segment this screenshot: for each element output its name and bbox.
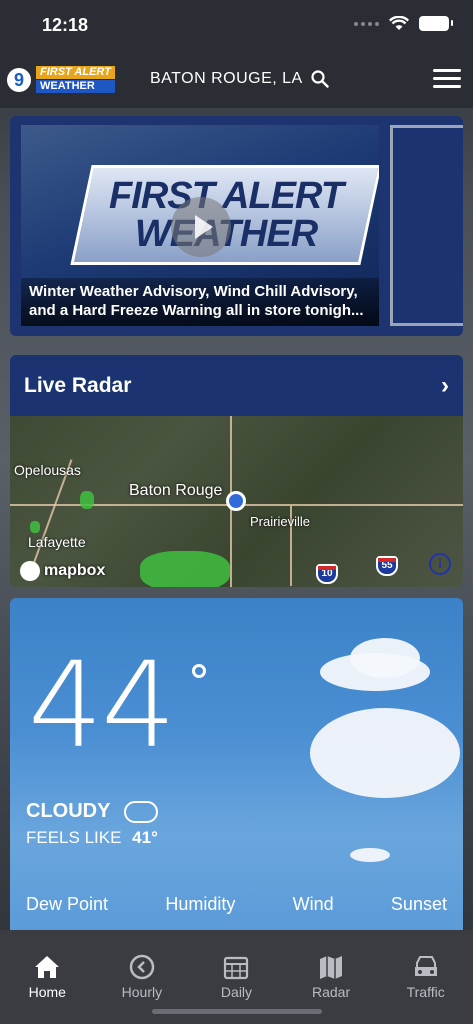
radar-title: Live Radar bbox=[24, 373, 132, 397]
app-logo[interactable]: 9 FIRST ALERT WEATHER bbox=[7, 66, 115, 93]
live-radar-card[interactable]: Live Radar › Opelousas Baton Rouge Prair… bbox=[10, 355, 463, 587]
stat-sunset: Sunset bbox=[390, 894, 447, 914]
calendar-icon bbox=[224, 956, 249, 980]
logo-weather: WEATHER bbox=[36, 80, 115, 93]
radar-header[interactable]: Live Radar › bbox=[10, 355, 463, 416]
next-video-thumbnail[interactable] bbox=[390, 125, 463, 326]
map-icon bbox=[320, 956, 343, 979]
stat-wind: Wind bbox=[292, 894, 334, 914]
battery-icon bbox=[419, 16, 453, 31]
logo-first-alert: FIRST ALERT bbox=[36, 66, 115, 79]
status-time: 12:18 bbox=[42, 15, 89, 35]
home-icon bbox=[35, 956, 60, 978]
map-label-lafayette: Lafayette bbox=[28, 534, 86, 550]
tab-radar-label: Radar bbox=[312, 984, 351, 1000]
tab-traffic-label: Traffic bbox=[406, 984, 445, 1000]
feels-like: FEELS LIKE 41° bbox=[26, 828, 158, 848]
map-label-prairieville: Prairieville bbox=[250, 514, 310, 529]
app-header: 9 FIRST ALERT WEATHER BATON ROUGE, LA bbox=[0, 52, 473, 108]
car-icon bbox=[414, 956, 437, 976]
mapbox-logo: mapbox bbox=[20, 561, 105, 581]
precipitation bbox=[140, 551, 230, 587]
info-icon[interactable]: i bbox=[429, 553, 451, 575]
status-icons bbox=[354, 16, 453, 31]
video-carousel[interactable]: FIRST ALERT WEATHER Winter Weather Advis… bbox=[10, 116, 463, 336]
hamburger-menu-icon[interactable] bbox=[433, 69, 461, 89]
clock-icon bbox=[129, 954, 155, 980]
stat-dew-point: Dew Point bbox=[26, 894, 109, 914]
status-bar: 12:18 bbox=[0, 0, 473, 52]
cloudy-icon bbox=[124, 800, 159, 823]
signal-icon bbox=[354, 21, 379, 26]
feels-like-value: 41° bbox=[132, 828, 158, 847]
precipitation bbox=[30, 521, 40, 533]
current-condition: CLOUDY bbox=[26, 800, 159, 823]
home-indicator[interactable] bbox=[152, 1009, 322, 1014]
conditions-stats: Dew Point Humidity Wind Sunset bbox=[10, 894, 463, 915]
condition-label: CLOUDY bbox=[26, 800, 111, 822]
tab-hourly-label: Hourly bbox=[121, 984, 163, 1000]
stat-humidity: Humidity bbox=[165, 894, 236, 914]
degree-symbol bbox=[192, 664, 206, 678]
radar-map[interactable]: Opelousas Baton Rouge Prairieville Lafay… bbox=[10, 416, 463, 587]
current-location-marker bbox=[226, 491, 246, 511]
tab-home-label: Home bbox=[28, 984, 66, 1000]
logo-number: 9 bbox=[7, 67, 31, 92]
current-temperature: 44 bbox=[28, 636, 176, 774]
precipitation bbox=[80, 491, 94, 509]
feels-like-label: FEELS LIKE bbox=[26, 828, 122, 847]
chevron-right-icon: › bbox=[441, 371, 449, 399]
tab-home[interactable]: Home bbox=[7, 954, 87, 1024]
map-label-baton-rouge: Baton Rouge bbox=[129, 482, 223, 499]
interstate-10-shield: 10 bbox=[316, 564, 338, 584]
tab-traffic[interactable]: Traffic bbox=[386, 954, 466, 1024]
cloud-decoration bbox=[350, 848, 390, 862]
mapbox-icon bbox=[20, 561, 40, 581]
play-icon[interactable] bbox=[171, 197, 231, 257]
tab-daily-label: Daily bbox=[220, 984, 253, 1000]
cloud-decoration bbox=[350, 638, 420, 678]
video-thumbnail[interactable]: FIRST ALERT WEATHER Winter Weather Advis… bbox=[21, 125, 379, 326]
current-conditions-card[interactable]: 44 CLOUDY FEELS LIKE 41° Dew Point Humid… bbox=[10, 598, 463, 938]
video-caption: Winter Weather Advisory, Wind Chill Advi… bbox=[21, 278, 379, 326]
location-selector[interactable]: BATON ROUGE, LA bbox=[150, 70, 329, 88]
cloud-decoration bbox=[310, 708, 460, 798]
location-label: BATON ROUGE, LA bbox=[150, 70, 303, 87]
map-label-opelousas: Opelousas bbox=[14, 462, 81, 478]
search-icon bbox=[311, 70, 329, 88]
wifi-icon bbox=[389, 16, 409, 30]
interstate-55-shield: 55 bbox=[376, 556, 398, 576]
